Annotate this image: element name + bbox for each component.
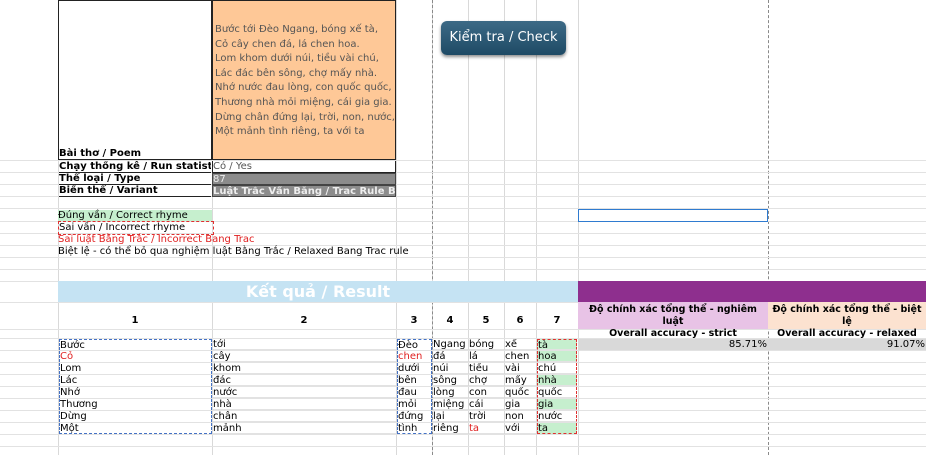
word-cell-r7-c4[interactable]: lại xyxy=(433,411,468,422)
poem-text-cell[interactable]: Bước tới Đèo Ngang, bóng xế tà, Cỏ cây c… xyxy=(212,0,396,160)
word-cell-r4-c4[interactable]: sông xyxy=(433,375,468,386)
word-cell-r5-c5[interactable]: con xyxy=(469,387,504,398)
word-cell-r5-c6[interactable]: quốc xyxy=(505,387,536,398)
word-cell-r5-c4[interactable]: lòng xyxy=(433,387,468,398)
word-cell-r4-c3[interactable]: bên xyxy=(397,375,432,386)
accuracy-relaxed-header: Độ chính xác tổng thể - biệt lệ Overall … xyxy=(768,302,926,339)
poem-line: Lác đác bên sông, chợ mấy nhà. xyxy=(215,67,377,79)
word-cell-r3-c3[interactable]: dưới xyxy=(397,363,432,374)
type-label: Thể loại / Type xyxy=(59,173,211,185)
column-header-2: 2 xyxy=(300,315,308,326)
accuracy-relaxed-value: 91.07% xyxy=(768,339,926,350)
word-cell-r2-c2[interactable]: cây xyxy=(213,351,396,362)
word-cell-r4-c6[interactable]: mấy xyxy=(505,375,536,386)
run-statistics-label: Chạy thống kê / Run statistics xyxy=(59,161,211,173)
legend-incorrect-rhyme: Sai vần / Incorrect rhyme xyxy=(58,221,214,235)
word-cell-r2-c5[interactable]: lá xyxy=(469,351,504,362)
word-cell-r5-c7[interactable]: quốc xyxy=(537,387,577,398)
poem-line: Bước tới Đèo Ngang, bóng xế tà, xyxy=(215,24,378,35)
word-cell-r4-c2[interactable]: đác xyxy=(213,375,396,386)
column-header-1: 1 xyxy=(131,315,139,326)
word-cell-r2-c6[interactable]: chen xyxy=(505,351,536,362)
poem-line: Một mảnh tình riêng, ta với ta xyxy=(215,126,365,138)
word-cell-r6-c7[interactable]: gia xyxy=(537,399,577,410)
legend-correct-rhyme: Đúng vần / Correct rhyme xyxy=(58,210,212,221)
word-cell-r6-c4[interactable]: miệng xyxy=(433,399,468,410)
poem-label: Bài thơ / Poem xyxy=(59,148,142,159)
word-cell-r1-c5[interactable]: bóng xyxy=(469,339,504,350)
word-cell-r2-c3[interactable]: chen xyxy=(397,351,432,362)
word-cell-r6-c2[interactable]: nhà xyxy=(213,399,396,410)
word-cell-r2-c4[interactable]: đá xyxy=(433,351,468,362)
type-input[interactable]: 87 xyxy=(212,173,396,185)
word-cell-r4-c5[interactable]: chợ xyxy=(469,375,504,386)
variant-select[interactable]: Luật Trắc Vần Bằng / Trac Rule Bang R xyxy=(212,185,396,197)
word-cell-r3-c5[interactable]: tiều xyxy=(469,363,504,374)
column-header-5: 5 xyxy=(482,315,490,326)
column-header-4: 4 xyxy=(446,315,454,326)
selected-cell[interactable] xyxy=(578,209,768,222)
word-cell-r8-c2[interactable]: mảnh xyxy=(213,423,396,434)
word-cell-r8-c5[interactable]: ta xyxy=(469,423,504,434)
column-header-7: 7 xyxy=(553,315,561,326)
run-statistics-select[interactable]: Có / Yes xyxy=(212,161,396,173)
word-cell-r8-c7[interactable]: ta xyxy=(537,423,577,434)
word-cell-r8-c3[interactable]: tình xyxy=(397,423,432,434)
word-cell-r7-c7[interactable]: nước xyxy=(537,411,577,422)
word-cell-r4-c1[interactable]: Lác xyxy=(59,375,212,386)
word-cell-r5-c2[interactable]: nước xyxy=(213,387,396,398)
word-cell-r5-c3[interactable]: đau xyxy=(397,387,432,398)
word-cell-r6-c1[interactable]: Thương xyxy=(59,399,212,410)
poem-line: Thương nhà mỏi miệng, cái gia gia. xyxy=(215,96,392,108)
word-cell-r1-c2[interactable]: tới xyxy=(213,339,396,350)
poem-line: Cỏ cây chen đá, lá chen hoa. xyxy=(215,38,360,50)
word-cell-r7-c1[interactable]: Dừng xyxy=(59,411,212,422)
accuracy-strict-header: Độ chính xác tổng thể - nghiêm luật Over… xyxy=(578,302,768,339)
word-cell-r7-c3[interactable]: đứng xyxy=(397,411,432,422)
word-cell-r1-c6[interactable]: xế xyxy=(505,339,536,350)
accuracy-relaxed-label-vi: Độ chính xác tổng thể - biệt lệ xyxy=(772,304,922,327)
poem-line: Dừng chân đứng lại, trời, non, nước, xyxy=(215,111,395,123)
accuracy-strict-label-vi: Độ chính xác tổng thể - nghiêm luật xyxy=(589,304,757,327)
column-header-3: 3 xyxy=(410,315,418,326)
legend-incorrect-tone: Sai luật Bằng Trắc / Incorrect Bang Trac xyxy=(58,234,255,245)
word-cell-r8-c1[interactable]: Một xyxy=(59,423,212,434)
poem-label-cell[interactable] xyxy=(58,0,212,160)
variant-label: Biến thể / Variant xyxy=(59,185,211,197)
word-cell-r3-c1[interactable]: Lom xyxy=(59,363,212,374)
word-cell-r1-c4[interactable]: Ngang xyxy=(433,339,468,350)
word-cell-r7-c5[interactable]: trời xyxy=(469,411,504,422)
word-cell-r7-c2[interactable]: chân xyxy=(213,411,396,422)
word-cell-r6-c3[interactable]: mỏi xyxy=(397,399,432,410)
word-cell-r1-c1[interactable]: Bước xyxy=(59,339,212,350)
word-cell-r3-c2[interactable]: khom xyxy=(213,363,396,374)
word-cell-r7-c6[interactable]: non xyxy=(505,411,536,422)
result-title: Kết quả / Result xyxy=(58,281,578,302)
column-header-6: 6 xyxy=(516,315,524,326)
word-cell-r6-c5[interactable]: cái xyxy=(469,399,504,410)
word-cell-r8-c4[interactable]: riêng xyxy=(433,423,468,434)
accuracy-strict-value: 85.71% xyxy=(578,339,768,350)
word-cell-r3-c4[interactable]: núi xyxy=(433,363,468,374)
word-cell-r3-c7[interactable]: chú xyxy=(537,363,577,374)
legend-exception: Biệt lệ - có thể bỏ qua nghiệm luật Bằng… xyxy=(58,246,409,257)
word-cell-r2-c7[interactable]: hoa xyxy=(537,351,577,362)
word-cell-r1-c7[interactable]: tà xyxy=(537,339,577,350)
word-cell-r5-c1[interactable]: Nhớ xyxy=(59,387,212,398)
word-cell-r1-c3[interactable]: Đèo xyxy=(397,339,432,350)
word-cell-r8-c6[interactable]: với xyxy=(505,423,536,434)
word-cell-r3-c6[interactable]: vài xyxy=(505,363,536,374)
accuracy-header-band xyxy=(578,281,926,302)
poem-line: Nhớ nước đau lòng, con quốc quốc, xyxy=(215,82,392,94)
check-button[interactable]: Kiểm tra / Check xyxy=(441,21,566,55)
poem-line: Lom khom dưới núi, tiều vài chú, xyxy=(215,53,379,65)
word-cell-r4-c7[interactable]: nhà xyxy=(537,375,577,386)
word-cell-r6-c6[interactable]: gia xyxy=(505,399,536,410)
word-cell-r2-c1[interactable]: Cỏ xyxy=(59,351,212,362)
